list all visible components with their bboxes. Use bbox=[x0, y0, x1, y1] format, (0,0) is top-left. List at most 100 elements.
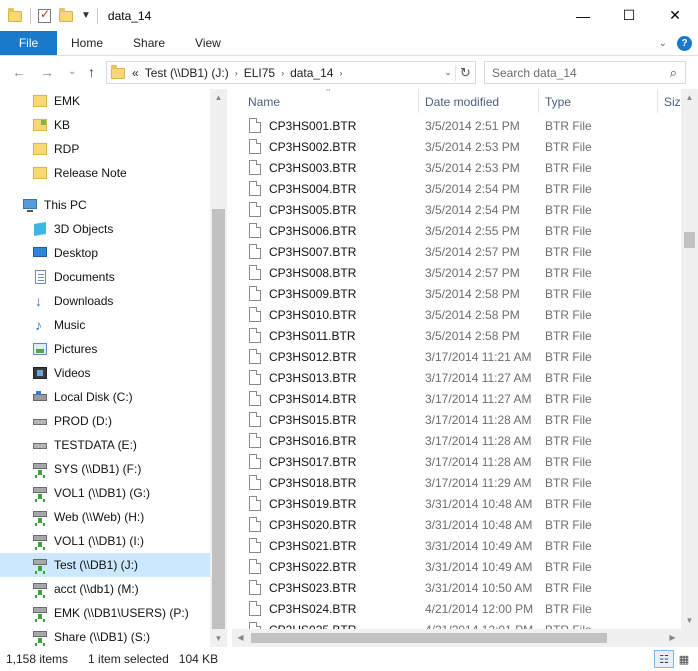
details-view-icon[interactable]: ☷ bbox=[654, 650, 674, 668]
column-header-size[interactable]: Siz bbox=[664, 95, 681, 109]
new-folder-icon[interactable] bbox=[59, 7, 75, 24]
file-row[interactable]: CP3HS016.BTR 3/17/2014 11:28 AM BTR File bbox=[232, 430, 681, 451]
file-list-vertical-scrollbar[interactable]: ▲ ▼ bbox=[681, 89, 698, 629]
recent-locations-icon[interactable]: ⌄ bbox=[68, 66, 76, 77]
file-row[interactable]: CP3HS021.BTR 3/31/2014 10:49 AM BTR File bbox=[232, 535, 681, 556]
scrollbar-thumb[interactable] bbox=[251, 633, 607, 643]
search-icon[interactable]: ⌕ bbox=[670, 65, 677, 81]
file-date-modified: 3/17/2014 11:28 AM bbox=[425, 413, 532, 427]
sidebar-item[interactable]: Web (\\Web) (H:) bbox=[0, 505, 210, 529]
file-row[interactable]: CP3HS014.BTR 3/17/2014 11:27 AM BTR File bbox=[232, 388, 681, 409]
tab-file[interactable]: File bbox=[0, 31, 57, 55]
file-list-horizontal-scrollbar[interactable]: ◀ ▶ bbox=[232, 629, 681, 647]
address-dropdown-icon[interactable]: ⌄ bbox=[441, 67, 455, 78]
file-row[interactable]: CP3HS005.BTR 3/5/2014 2:54 PM BTR File bbox=[232, 199, 681, 220]
column-header-name[interactable]: Name bbox=[248, 95, 280, 109]
sidebar-item[interactable]: This PC bbox=[0, 193, 210, 217]
file-row[interactable]: CP3HS020.BTR 3/31/2014 10:48 AM BTR File bbox=[232, 514, 681, 535]
breadcrumb-drive[interactable]: Test (\\DB1) (J:) bbox=[145, 66, 229, 80]
column-header-date[interactable]: Date modified bbox=[425, 95, 499, 109]
customize-toolbar-dropdown-icon[interactable]: ▼ bbox=[81, 10, 91, 21]
sidebar-item[interactable]: Share (\\DB1) (S:) bbox=[0, 625, 210, 647]
sidebar-item[interactable]: Desktop bbox=[0, 241, 210, 265]
sidebar-item[interactable]: Test (\\DB1) (J:) bbox=[0, 553, 210, 577]
sidebar-item[interactable]: ♪ Music bbox=[0, 313, 210, 337]
sidebar-item[interactable]: acct (\\db1) (M:) bbox=[0, 577, 210, 601]
sidebar-item[interactable]: 3D Objects bbox=[0, 217, 210, 241]
sidebar-item[interactable]: Videos bbox=[0, 361, 210, 385]
back-arrow-icon[interactable]: ← bbox=[12, 64, 26, 80]
search-box[interactable]: ⌕ bbox=[484, 61, 686, 84]
tab-share[interactable]: Share bbox=[118, 31, 180, 55]
sidebar-item[interactable]: EMK bbox=[0, 89, 210, 113]
forward-arrow-icon[interactable]: → bbox=[40, 64, 54, 80]
tab-view[interactable]: View bbox=[180, 31, 236, 55]
column-divider[interactable] bbox=[538, 89, 539, 113]
sidebar-item[interactable]: ↓ Downloads bbox=[0, 289, 210, 313]
breadcrumb-current[interactable]: data_14 bbox=[290, 66, 333, 80]
maximize-button[interactable]: ☐ bbox=[606, 0, 652, 31]
file-row[interactable]: CP3HS015.BTR 3/17/2014 11:28 AM BTR File bbox=[232, 409, 681, 430]
file-row[interactable]: CP3HS006.BTR 3/5/2014 2:55 PM BTR File bbox=[232, 220, 681, 241]
minimize-button[interactable]: — bbox=[560, 0, 606, 31]
column-divider[interactable] bbox=[657, 89, 658, 113]
folder-app-icon[interactable] bbox=[8, 7, 24, 24]
nav-pane-scrollbar[interactable]: ▲ ▼ bbox=[210, 89, 227, 647]
scrollbar-thumb[interactable] bbox=[684, 232, 695, 248]
file-row[interactable]: CP3HS012.BTR 3/17/2014 11:21 AM BTR File bbox=[232, 346, 681, 367]
file-row[interactable]: CP3HS019.BTR 3/31/2014 10:48 AM BTR File bbox=[232, 493, 681, 514]
tab-home[interactable]: Home bbox=[57, 31, 118, 55]
file-row[interactable]: CP3HS022.BTR 3/31/2014 10:49 AM BTR File bbox=[232, 556, 681, 577]
file-row[interactable]: CP3HS002.BTR 3/5/2014 2:53 PM BTR File bbox=[232, 136, 681, 157]
sidebar-item[interactable]: SYS (\\DB1) (F:) bbox=[0, 457, 210, 481]
sidebar-item[interactable]: VOL1 (\\DB1) (G:) bbox=[0, 481, 210, 505]
sidebar-item[interactable]: VOL1 (\\DB1) (I:) bbox=[0, 529, 210, 553]
sidebar-item[interactable]: PROD (D:) bbox=[0, 409, 210, 433]
scroll-up-icon[interactable]: ▲ bbox=[681, 89, 698, 106]
file-row[interactable]: CP3HS007.BTR 3/5/2014 2:57 PM BTR File bbox=[232, 241, 681, 262]
file-row[interactable]: CP3HS025.BTR4/21/2014 12:01 PMBTR File bbox=[232, 619, 681, 629]
scroll-up-icon[interactable]: ▲ bbox=[210, 89, 227, 106]
breadcrumb-folder[interactable]: ELI75 bbox=[244, 66, 275, 80]
file-row[interactable]: CP3HS004.BTR 3/5/2014 2:54 PM BTR File bbox=[232, 178, 681, 199]
sidebar-item[interactable]: Local Disk (C:) bbox=[0, 385, 210, 409]
help-button[interactable]: ? bbox=[677, 36, 692, 51]
scrollbar-thumb[interactable] bbox=[212, 209, 225, 629]
chevron-right-icon[interactable]: › bbox=[339, 68, 342, 78]
file-row[interactable]: CP3HS003.BTR 3/5/2014 2:53 PM BTR File bbox=[232, 157, 681, 178]
file-row[interactable]: CP3HS010.BTR 3/5/2014 2:58 PM BTR File bbox=[232, 304, 681, 325]
search-input[interactable] bbox=[492, 65, 662, 80]
sidebar-item[interactable]: TESTDATA (E:) bbox=[0, 433, 210, 457]
chevron-right-icon[interactable]: › bbox=[235, 68, 238, 78]
scroll-right-icon[interactable]: ▶ bbox=[664, 629, 681, 647]
file-row[interactable]: CP3HS017.BTR 3/17/2014 11:28 AM BTR File bbox=[232, 451, 681, 472]
scroll-down-icon[interactable]: ▼ bbox=[210, 630, 227, 647]
file-row[interactable]: CP3HS023.BTR 3/31/2014 10:50 AM BTR File bbox=[232, 577, 681, 598]
sidebar-item[interactable]: KB bbox=[0, 113, 210, 137]
refresh-icon[interactable]: ↻ bbox=[455, 64, 475, 81]
file-row[interactable]: CP3HS008.BTR 3/5/2014 2:57 PM BTR File bbox=[232, 262, 681, 283]
properties-icon[interactable] bbox=[37, 7, 53, 24]
file-row[interactable]: CP3HS011.BTR 3/5/2014 2:58 PM BTR File bbox=[232, 325, 681, 346]
expand-ribbon-icon[interactable]: ⌄ bbox=[659, 38, 667, 49]
sidebar-item[interactable]: Pictures bbox=[0, 337, 210, 361]
file-row[interactable]: CP3HS018.BTR 3/17/2014 11:29 AM BTR File bbox=[232, 472, 681, 493]
file-row[interactable]: CP3HS013.BTR 3/17/2014 11:27 AM BTR File bbox=[232, 367, 681, 388]
breadcrumb-overflow[interactable]: « bbox=[132, 66, 139, 80]
address-bar[interactable]: « Test (\\DB1) (J:) › ELI75 › data_14 › … bbox=[106, 61, 476, 84]
scroll-left-icon[interactable]: ◀ bbox=[232, 629, 249, 647]
sidebar-item[interactable]: Documents bbox=[0, 265, 210, 289]
up-arrow-icon[interactable]: ↑ bbox=[88, 64, 95, 80]
sidebar-item[interactable]: Release Note bbox=[0, 161, 210, 185]
close-button[interactable]: ✕ bbox=[652, 0, 698, 31]
large-icons-view-icon[interactable]: ▦ bbox=[674, 650, 694, 668]
sidebar-item[interactable]: RDP bbox=[0, 137, 210, 161]
scroll-down-icon[interactable]: ▼ bbox=[681, 612, 698, 629]
column-header-type[interactable]: Type bbox=[545, 95, 571, 109]
file-row[interactable]: CP3HS001.BTR 3/5/2014 2:51 PM BTR File bbox=[232, 115, 681, 136]
sidebar-item[interactable]: EMK (\\DB1\USERS) (P:) bbox=[0, 601, 210, 625]
file-row[interactable]: CP3HS024.BTR 4/21/2014 12:00 PM BTR File bbox=[232, 598, 681, 619]
chevron-right-icon[interactable]: › bbox=[281, 68, 284, 78]
file-row[interactable]: CP3HS009.BTR 3/5/2014 2:58 PM BTR File bbox=[232, 283, 681, 304]
column-divider[interactable] bbox=[418, 89, 419, 113]
